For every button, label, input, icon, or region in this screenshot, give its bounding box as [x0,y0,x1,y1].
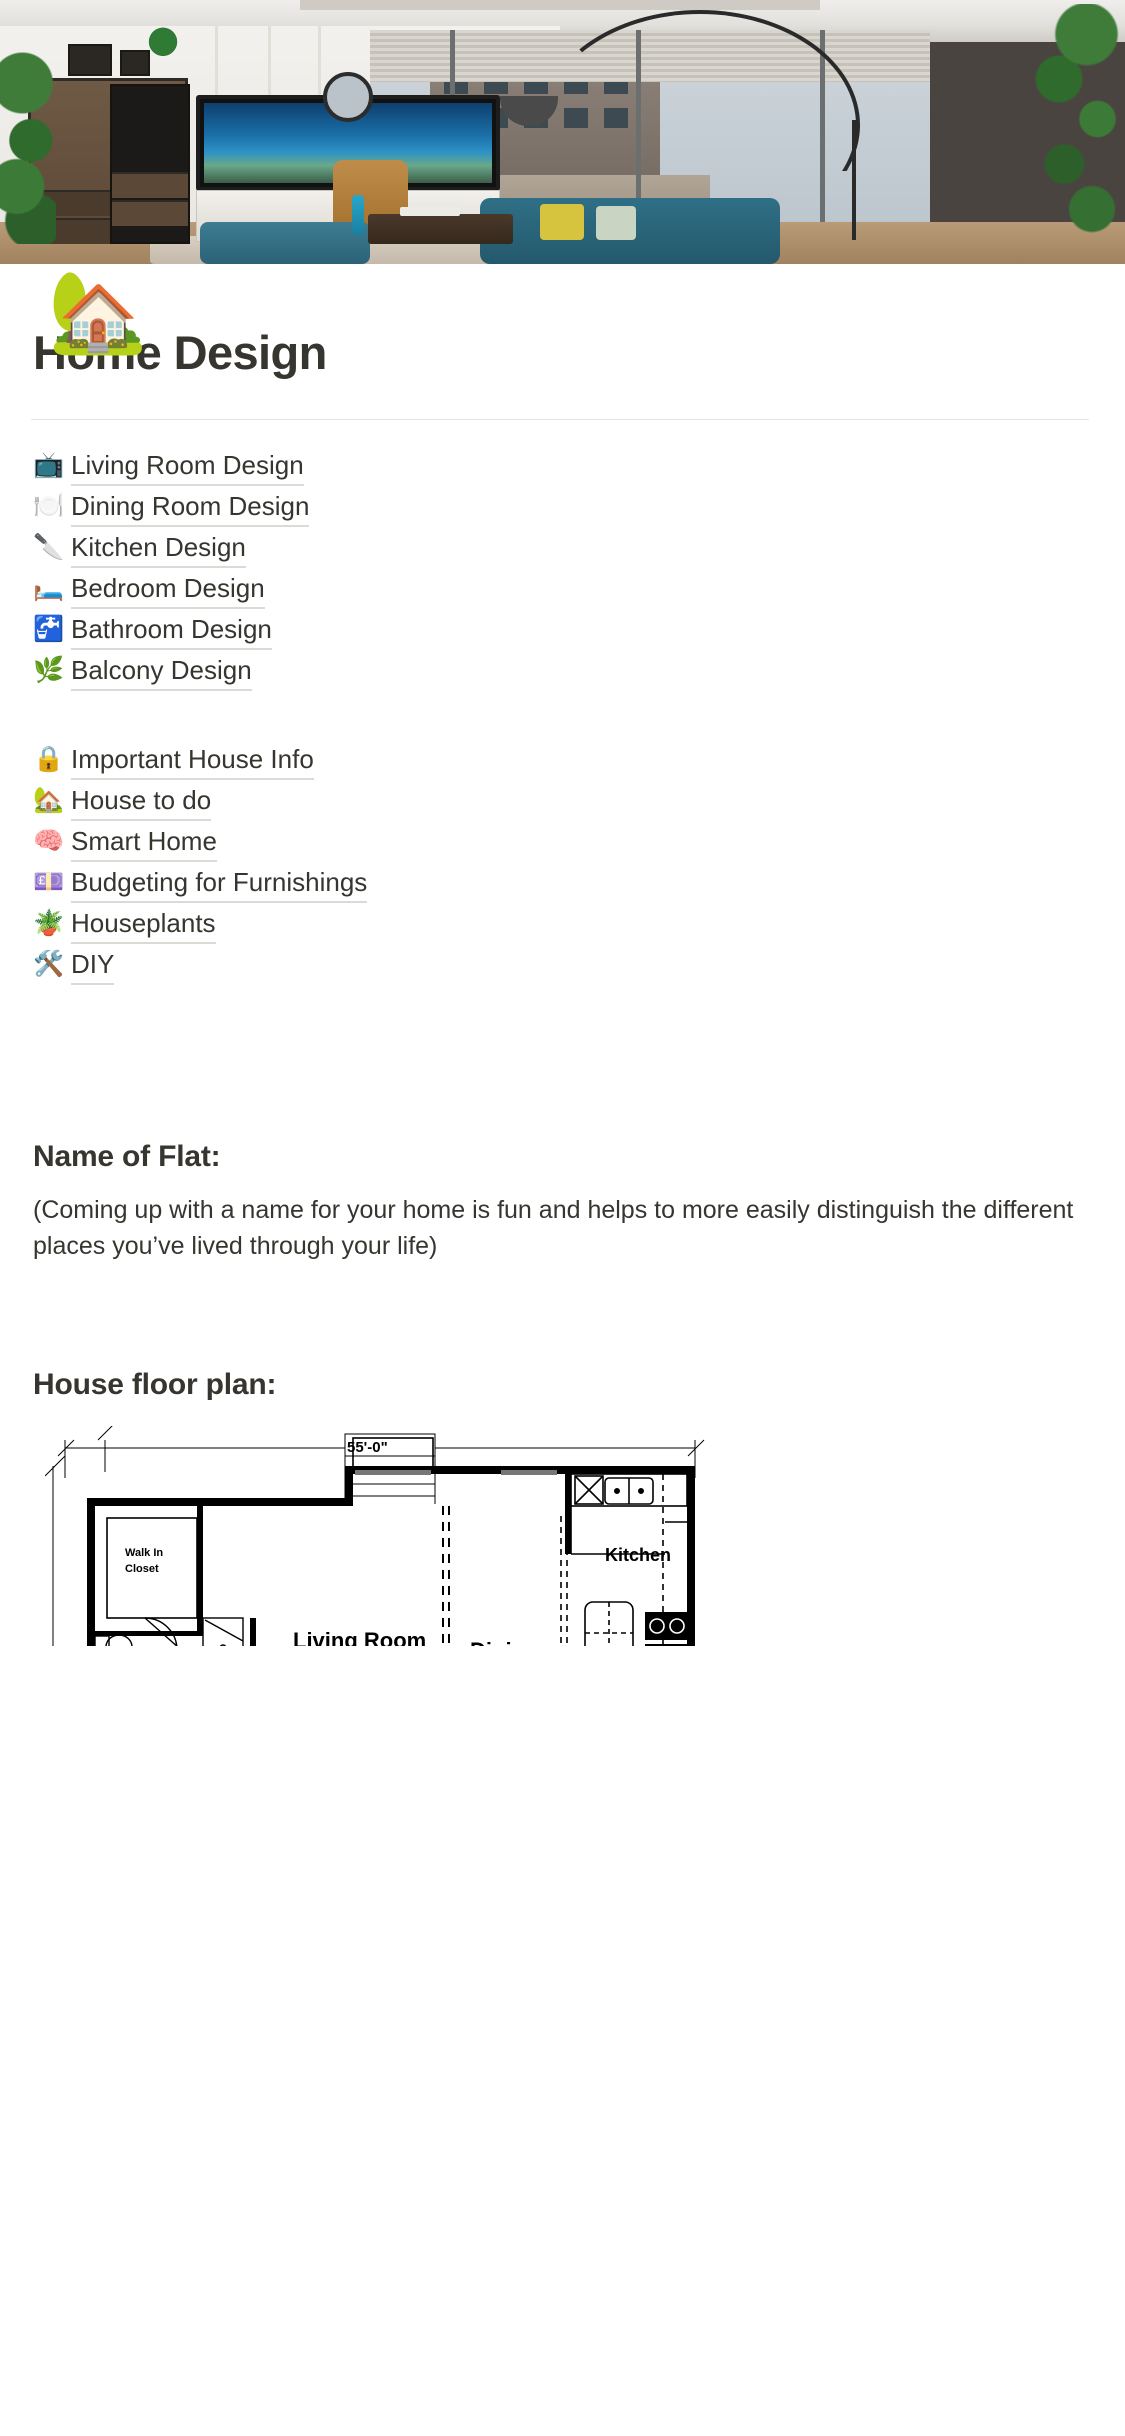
page-link-label[interactable]: Dining Room Design [71,488,310,528]
page-link-label[interactable]: Bedroom Design [71,570,265,610]
page-link-dining-room-design[interactable]: 🍽️ Dining Room Design [33,488,1092,529]
page-link-label[interactable]: House to do [71,782,212,822]
page-link-living-room-design[interactable]: 📺 Living Room Design [33,447,1092,488]
floor-plan-room-label: Walk In [125,1547,163,1559]
house-with-garden-emoji: 🏡 [33,786,65,815]
page-link-kitchen-design[interactable]: 🔪 Kitchen Design [33,529,1092,570]
page-link-label[interactable]: DIY [71,946,115,986]
page-link-bathroom-design[interactable]: 🚰 Bathroom Design [33,611,1092,652]
page-link-label[interactable]: Smart Home [71,823,217,863]
house-info-links: 🔒 Important House Info 🏡 House to do 🧠 S… [33,741,1092,987]
page-link-label[interactable]: Balcony Design [71,652,252,692]
bed-emoji: 🛏️ [33,574,65,603]
potted-plant-emoji: 🪴 [33,909,65,938]
page-link-house-to-do[interactable]: 🏡 House to do [33,782,1092,823]
potable-water-faucet-emoji: 🚰 [33,615,65,644]
lock-emoji: 🔒 [33,745,65,774]
house-floor-plan-section: House floor plan: 55'-0" Walk In Closet … [33,1365,1095,1646]
page-link-label[interactable]: Bathroom Design [71,611,272,651]
pound-banknote-emoji: 💷 [33,868,65,897]
page-link-balcony-design[interactable]: 🌿 Balcony Design [33,652,1092,693]
name-of-flat-heading: Name of Flat: [33,1140,221,1174]
page-link-label[interactable]: Kitchen Design [71,529,246,569]
floor-plan-room-label: Dining [470,1638,538,1646]
title-divider [31,419,1089,421]
fork-knife-plate-emoji: 🍽️ [33,492,65,521]
page-link-label[interactable]: Living Room Design [71,447,304,487]
page-link-important-house-info[interactable]: 🔒 Important House Info [33,741,1092,782]
page-link-label[interactable]: Budgeting for Furnishings [71,864,368,904]
page-title: Home Design [33,326,327,379]
cover-photo [0,0,1125,264]
name-of-flat-description[interactable]: (Coming up with a name for your home is … [33,1192,1092,1265]
herb-emoji: 🌿 [33,656,65,685]
room-design-links: 📺 Living Room Design 🍽️ Dining Room Desi… [33,447,1092,693]
floor-plan-room-label: Living Room [293,1628,426,1646]
brain-emoji: 🧠 [33,827,65,856]
page-content: 🏡 Home Design 📺 Living Room Design 🍽️ Di… [0,267,1125,1646]
kitchen-knife-emoji: 🔪 [33,533,65,562]
page-icon-house-with-garden-emoji[interactable]: 🏡 [48,266,148,358]
page-cover-image[interactable] [0,0,1125,264]
page-link-diy[interactable]: 🛠️ DIY [33,946,1092,987]
page-link-label[interactable]: Houseplants [71,905,216,945]
television-emoji: 📺 [33,451,65,480]
page-link-houseplants[interactable]: 🪴 Houseplants [33,905,1092,946]
floor-plan-image[interactable]: 55'-0" Walk In Closet Living Room Kitche… [33,1425,1095,1646]
page-link-label[interactable]: Important House Info [71,741,314,781]
house-floor-plan-heading: House floor plan: [33,1367,277,1401]
name-of-flat-section: Name of Flat: (Coming up with a name for… [33,1137,1092,1265]
page-link-bedroom-design[interactable]: 🛏️ Bedroom Design [33,570,1092,611]
page-link-smart-home[interactable]: 🧠 Smart Home [33,823,1092,864]
page-link-budgeting-for-furnishings[interactable]: 💷 Budgeting for Furnishings [33,864,1092,905]
hammer-and-wrench-emoji: 🛠️ [33,950,65,979]
floor-plan-room-label: Closet [125,1563,159,1575]
floor-plan-room-label: Kitchen [605,1545,671,1565]
